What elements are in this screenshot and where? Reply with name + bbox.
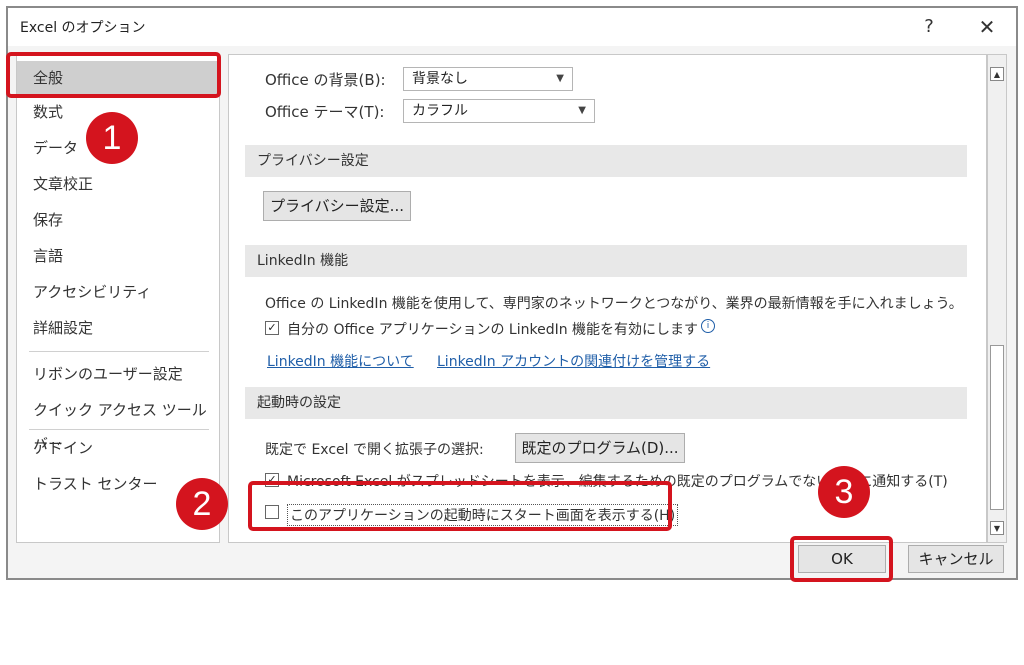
- title-bar: Excel のオプション ? ✕: [8, 8, 1016, 46]
- linkedin-checkbox-label: 自分の Office アプリケーションの LinkedIn 機能を有効にします i: [287, 319, 716, 339]
- dialog-title: Excel のオプション: [20, 20, 146, 36]
- annotation-highlight-general: [6, 52, 221, 98]
- chevron-down-icon: ▼: [578, 105, 586, 116]
- scroll-down-icon[interactable]: ▼: [990, 521, 1004, 535]
- sidebar-item-advanced[interactable]: 詳細設定: [17, 311, 219, 345]
- scroll-up-icon[interactable]: ▲: [990, 67, 1004, 81]
- sidebar-item-accessibility[interactable]: アクセシビリティ: [17, 275, 219, 309]
- office-background-value: 背景なし: [412, 71, 468, 87]
- info-icon[interactable]: i: [701, 319, 716, 333]
- sidebar-item-customize-ribbon[interactable]: リボンのユーザー設定: [17, 357, 219, 391]
- sidebar-divider: [29, 429, 209, 430]
- office-theme-value: カラフル: [412, 103, 468, 119]
- content-scrollbar[interactable]: ▲ ▼: [987, 54, 1007, 543]
- startup-section-header: 起動時の設定: [245, 387, 967, 419]
- options-content: Office の背景(B): 背景なし ▼ Office テーマ(T): カラフ…: [228, 54, 987, 543]
- sidebar-item-add-ins[interactable]: アドイン: [17, 431, 219, 465]
- help-icon[interactable]: ?: [914, 12, 944, 42]
- sidebar-item-proofing[interactable]: 文章校正: [17, 167, 219, 201]
- scroll-thumb[interactable]: [990, 345, 1004, 510]
- linkedin-about-link[interactable]: LinkedIn 機能について: [267, 351, 414, 371]
- default-programs-button[interactable]: 既定のプログラム(D)...: [515, 433, 685, 463]
- linkedin-checkbox-text: 自分の Office アプリケーションの LinkedIn 機能を有効にします: [287, 322, 699, 338]
- annotation-badge-3: 3: [818, 466, 870, 518]
- annotation-badge-1: 1: [86, 112, 138, 164]
- annotation-badge-2: 2: [176, 478, 228, 530]
- chevron-down-icon: ▼: [556, 73, 564, 84]
- annotation-highlight-start-screen: [248, 481, 672, 531]
- annotation-highlight-ok: [790, 536, 893, 582]
- default-extension-label: 既定で Excel で開く拡張子の選択:: [265, 442, 484, 458]
- cancel-button[interactable]: キャンセル: [908, 545, 1004, 573]
- linkedin-checkbox[interactable]: ✓: [265, 321, 279, 335]
- office-theme-select[interactable]: カラフル ▼: [403, 99, 595, 123]
- office-background-label: Office の背景(B):: [265, 71, 386, 89]
- close-icon[interactable]: ✕: [972, 12, 1002, 42]
- privacy-settings-button[interactable]: プライバシー設定...: [263, 191, 411, 221]
- linkedin-section-header: LinkedIn 機能: [245, 245, 967, 277]
- sidebar-item-quick-access-toolbar[interactable]: クイック アクセス ツール バー: [17, 393, 219, 453]
- linkedin-description: Office の LinkedIn 機能を使用して、専門家のネットワークとつなが…: [265, 296, 963, 312]
- office-background-select[interactable]: 背景なし ▼: [403, 67, 573, 91]
- sidebar-item-save[interactable]: 保存: [17, 203, 219, 237]
- privacy-section-header: プライバシー設定: [245, 145, 967, 177]
- linkedin-manage-link[interactable]: LinkedIn アカウントの関連付けを管理する: [437, 351, 710, 371]
- sidebar-item-language[interactable]: 言語: [17, 239, 219, 273]
- office-theme-label: Office テーマ(T):: [265, 103, 385, 121]
- sidebar-divider: [29, 351, 209, 352]
